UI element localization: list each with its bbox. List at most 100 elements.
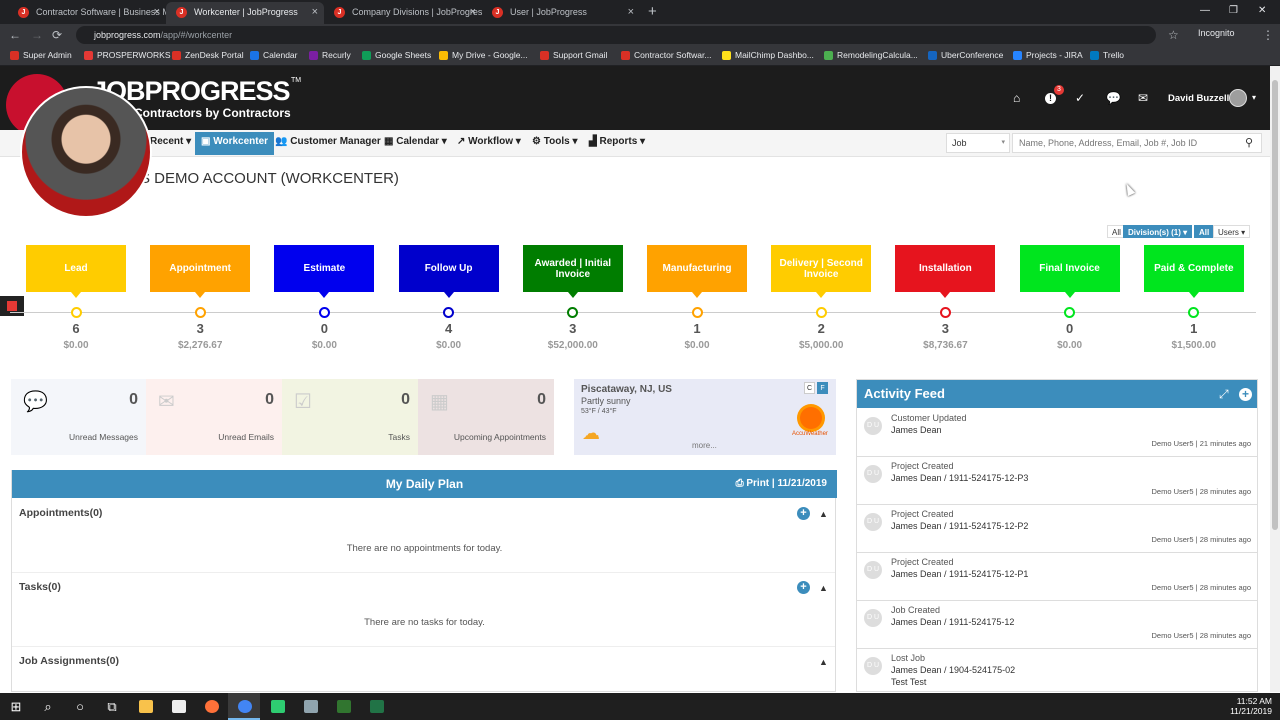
bookmark-star-icon[interactable]: ☆ <box>1168 26 1179 44</box>
add-activity-button[interactable]: + <box>1239 388 1252 401</box>
close-tab-icon[interactable]: × <box>154 2 160 22</box>
tab-user[interactable]: J User | JobProgress × <box>482 2 640 24</box>
bookmark-recurly[interactable]: Recurly <box>309 50 351 60</box>
new-tab-button[interactable]: + <box>648 2 657 22</box>
stage-lead[interactable]: Lead <box>26 245 126 298</box>
nav-reports[interactable]: ▟ Reports ▾ <box>589 136 645 147</box>
print-button[interactable]: ⎙ Print | 11/21/2019 <box>736 478 827 489</box>
stage-job-count[interactable]: 4 <box>399 321 499 336</box>
add-task-button[interactable]: + <box>797 581 810 594</box>
system-clock[interactable]: 11:52 AM 11/21/2019 <box>1230 696 1272 716</box>
weather-more-link[interactable]: more... <box>692 441 717 450</box>
chat-app-taskbar-icon[interactable] <box>271 700 285 713</box>
collapse-appointments-icon[interactable]: ▲ <box>819 509 828 519</box>
nav-recent[interactable]: Recent ▾ <box>150 136 191 147</box>
forward-button[interactable]: → <box>31 26 43 44</box>
activity-feed-item[interactable]: D U Project Created James Dean / 1911-5241… <box>857 457 1257 505</box>
job-assignments-section-title[interactable]: Job Assignments(0) <box>19 655 119 667</box>
search-icon[interactable]: ⌕ <box>38 699 58 715</box>
stage-job-count[interactable]: 3 <box>895 321 995 336</box>
celsius-toggle[interactable]: C <box>804 382 815 394</box>
browser-menu-icon[interactable]: ⋮ <box>1262 26 1274 44</box>
unread-messages-card[interactable]: 💬 0 Unread Messages <box>11 379 146 455</box>
stage-installation[interactable]: Installation <box>895 245 996 298</box>
search-type-select[interactable]: Job ▾ <box>946 133 1010 153</box>
stage-job-count[interactable]: 3 <box>150 321 250 336</box>
windows-start-icon[interactable]: ⊞ <box>6 699 26 715</box>
record-button[interactable] <box>0 296 24 316</box>
collapse-job-assignments-icon[interactable]: ▲ <box>819 657 828 667</box>
chrome-taskbar-icon[interactable] <box>238 700 252 713</box>
stage-job-count[interactable]: 1 <box>647 321 747 336</box>
divisions-dropdown[interactable]: Division(s) (1) ▾ <box>1123 225 1193 238</box>
stage-job-count[interactable]: 6 <box>26 321 126 336</box>
stage-job-count[interactable]: 3 <box>523 321 623 336</box>
collapse-tasks-icon[interactable]: ▲ <box>819 583 828 593</box>
page-scrollbar[interactable] <box>1270 66 1280 692</box>
user-name[interactable]: David Buzzelli <box>1168 93 1232 104</box>
mail-icon[interactable]: ✉ <box>1138 91 1148 105</box>
bookmark-prosperworks[interactable]: PROSPERWORKS <box>84 50 171 60</box>
file-explorer-taskbar-icon[interactable] <box>139 700 153 713</box>
stage-appointment[interactable]: Appointment <box>150 245 251 298</box>
nav-customer-manager[interactable]: 👥 Customer Manager <box>275 136 381 147</box>
bookmark-super-admin[interactable]: Super Admin <box>10 50 72 60</box>
stage-follow-up[interactable]: Follow Up <box>398 245 499 298</box>
tab-contractor-software[interactable]: J Contractor Software | Business M × <box>8 2 166 24</box>
stage-estimate[interactable]: Estimate <box>274 245 375 298</box>
unread-emails-card[interactable]: ✉ 0 Unread Emails <box>146 379 282 455</box>
network-app-taskbar-icon[interactable] <box>304 700 318 713</box>
activity-feed-item[interactable]: D U Lost Job James Dean / 1904-524175-02 Te… <box>857 649 1257 691</box>
bookmark-jira[interactable]: Projects - JIRA <box>1013 50 1083 60</box>
add-appointment-button[interactable]: + <box>797 507 810 520</box>
bookmark-support-gmail[interactable]: Support Gmail <box>540 50 607 60</box>
bookmark-mailchimp[interactable]: MailChimp Dashbo... <box>722 50 814 60</box>
close-tab-icon[interactable]: × <box>312 2 318 22</box>
maximize-button[interactable]: ❐ <box>1229 2 1238 20</box>
project-app-taskbar-icon[interactable] <box>337 700 351 713</box>
nav-calendar[interactable]: ▦ Calendar ▾ <box>384 136 447 147</box>
excel-taskbar-icon[interactable] <box>370 700 384 713</box>
amazon-taskbar-icon[interactable] <box>172 700 186 713</box>
reload-button[interactable]: ⟳ <box>52 26 62 44</box>
appointments-section-title[interactable]: Appointments(0) <box>19 507 102 519</box>
stage-delivery-second-invoice[interactable]: Delivery | Second Invoice <box>771 245 872 298</box>
nav-workflow[interactable]: ↗ Workflow ▾ <box>457 136 521 147</box>
user-menu-chevron-icon[interactable]: ▾ <box>1252 93 1256 102</box>
tab-company-divisions[interactable]: J Company Divisions | JobProgress × <box>324 2 482 24</box>
activity-feed-item[interactable]: D U Customer Updated James Dean Demo User5 … <box>857 409 1257 457</box>
close-tab-icon[interactable]: × <box>470 2 476 22</box>
search-icon[interactable]: ⚲ <box>1245 136 1253 149</box>
url-field[interactable]: jobprogress.com/app/#/workcenter <box>76 26 1156 44</box>
stage-manufacturing[interactable]: Manufacturing <box>647 245 747 298</box>
user-avatar[interactable] <box>1229 89 1247 107</box>
filter-all-users[interactable]: All <box>1194 225 1215 238</box>
stage-job-count[interactable]: 0 <box>1020 321 1120 336</box>
stage-final-invoice[interactable]: Final Invoice <box>1019 245 1120 298</box>
back-button[interactable]: ← <box>9 26 21 44</box>
task-view-icon[interactable]: ⧉ <box>102 699 122 715</box>
bookmark-uberconference[interactable]: UberConference <box>928 50 1003 60</box>
tasks-icon[interactable]: ✓ <box>1075 91 1085 105</box>
nav-workcenter[interactable]: ▣ Workcenter <box>195 132 275 155</box>
scrollbar-thumb[interactable] <box>1272 80 1278 530</box>
bookmark-my-drive[interactable]: My Drive - Google... <box>439 50 528 60</box>
firefox-taskbar-icon[interactable] <box>205 700 219 713</box>
fahrenheit-toggle[interactable]: F <box>817 382 828 394</box>
bookmark-zendesk[interactable]: ZenDesk Portal <box>172 50 244 60</box>
tasks-section-title[interactable]: Tasks(0) <box>19 581 61 593</box>
upcoming-appointments-card[interactable]: ▦ 0 Upcoming Appointments <box>418 379 554 455</box>
tasks-card[interactable]: ☑ 0 Tasks <box>282 379 418 455</box>
minimize-button[interactable]: — <box>1200 2 1210 20</box>
close-tab-icon[interactable]: × <box>628 2 634 22</box>
close-window-button[interactable]: ✕ <box>1258 2 1266 20</box>
activity-feed-item[interactable]: D U Job Created James Dean / 1911-524175-1… <box>857 601 1257 649</box>
home-icon[interactable]: ⌂ <box>1013 91 1020 105</box>
search-input[interactable] <box>1012 133 1262 153</box>
bookmark-contractor-software[interactable]: Contractor Softwar... <box>621 50 711 60</box>
stage-job-count[interactable]: 0 <box>274 321 374 336</box>
cortana-icon[interactable]: ○ <box>70 699 90 714</box>
bookmark-calendar[interactable]: Calendar <box>250 50 298 60</box>
stage-job-count[interactable]: 1 <box>1144 321 1244 336</box>
stage-paid-complete[interactable]: Paid & Complete <box>1143 245 1244 298</box>
